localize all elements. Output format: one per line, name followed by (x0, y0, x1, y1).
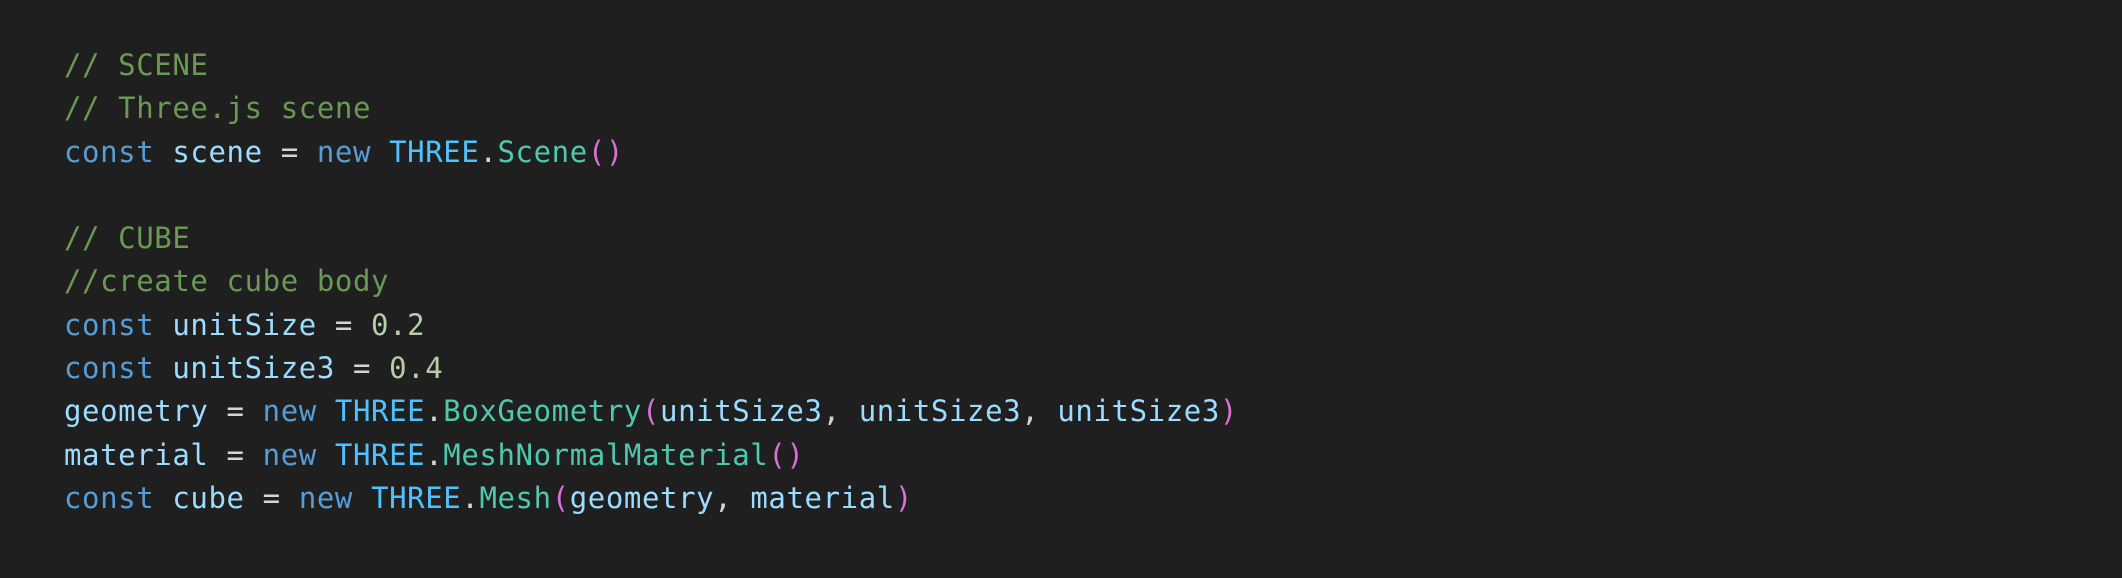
code-token-keyword: new (316, 134, 372, 169)
code-token-variable: unitSize (172, 307, 317, 342)
code-token-variable: geometry (569, 480, 715, 515)
code-token-variable: material (64, 437, 209, 472)
code-line[interactable]: material = new THREE.MeshNormalMaterial(… (64, 434, 2122, 477)
code-token-comment: // SCENE (64, 48, 209, 82)
code-token-comment: // CUBE (64, 221, 191, 256)
code-token-constant: THREE (389, 134, 480, 169)
code-line[interactable]: const scene = new THREE.Scene() (64, 131, 2122, 174)
code-token-keyword: const (64, 351, 155, 386)
code-token-number: 0.4 (389, 351, 444, 386)
code-line[interactable]: geometry = new THREE.BoxGeometry(unitSiz… (64, 390, 2122, 433)
code-line[interactable]: // SCENE (64, 44, 2122, 87)
code-token-number: 0.2 (371, 307, 426, 342)
code-token-paren: ) (894, 480, 913, 515)
code-token-keyword: new (262, 437, 317, 472)
code-token-punct: . (479, 134, 498, 169)
code-line[interactable]: // CUBE (64, 217, 2122, 260)
code-line[interactable]: // Three.js scene (64, 87, 2122, 130)
code-line[interactable]: //create cube body (64, 260, 2122, 303)
code-token-plain: = (208, 394, 263, 429)
code-token-plain: = (244, 480, 299, 515)
code-token-plain: , (1021, 394, 1058, 429)
code-token-plain: = (262, 134, 317, 169)
code-token-plain: , (714, 480, 751, 515)
code-token-comment: //create cube body (64, 264, 390, 299)
code-token-punct: . (425, 394, 444, 429)
code-token-paren: ( (551, 480, 570, 515)
code-line[interactable]: const cube = new THREE.Mesh(geometry, ma… (64, 477, 2122, 520)
code-token-keyword: const (64, 134, 155, 169)
code-token-constant: THREE (371, 480, 462, 515)
code-token-variable: unitSize3 (660, 394, 823, 429)
code-line[interactable]: const unitSize3 = 0.4 (64, 347, 2122, 390)
code-token-paren: ( (641, 394, 661, 429)
code-token-punct: . (461, 480, 480, 515)
code-token-constant: THREE (334, 437, 426, 472)
blank-code-line[interactable]: ​ (64, 174, 2122, 217)
code-token-variable: material (750, 480, 895, 515)
code-token-punct: . (425, 437, 444, 472)
code-token-keyword: new (298, 480, 353, 515)
code-token-plain: = (316, 307, 372, 342)
code-token-paren: ) (1219, 394, 1238, 429)
code-token-variable: unitSize3 (858, 394, 1022, 429)
code-block[interactable]: // SCENE // Three.js scene const scene = n… (64, 44, 2122, 520)
code-token-variable: unitSize3 (1057, 394, 1220, 429)
code-token-class: MeshNormalMaterial (443, 437, 769, 472)
code-token-plain: = (208, 437, 263, 472)
code-token-class: Mesh (479, 480, 552, 515)
code-token-variable: unitSize3 (172, 351, 335, 386)
code-token-plain: , (822, 394, 859, 429)
code-token-paren: () (768, 437, 805, 472)
code-token-constant: THREE (334, 394, 426, 429)
code-token-plain: = (334, 351, 390, 386)
code-token-class: BoxGeometry (443, 394, 642, 429)
code-token-class: Scene (497, 134, 588, 169)
code-editor[interactable]: // SCENE // Three.js scene const scene = n… (0, 0, 2122, 578)
code-token-keyword: const (64, 307, 155, 342)
code-token-keyword: const (64, 480, 155, 515)
code-token-variable: cube (172, 480, 245, 515)
code-token-paren: () (587, 134, 624, 169)
code-token-variable: geometry (64, 394, 209, 429)
code-token-comment: // Three.js scene (64, 91, 372, 126)
code-token-variable: scene (172, 134, 263, 169)
code-line[interactable]: const unitSize = 0.2 (64, 304, 2122, 347)
code-token-keyword: new (262, 394, 317, 429)
